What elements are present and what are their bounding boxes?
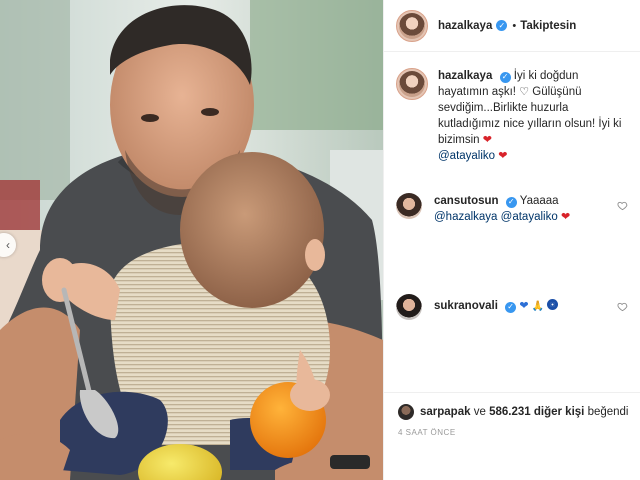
verified-badge-icon: ✓: [496, 20, 508, 31]
verified-badge-icon: ✓: [505, 196, 517, 208]
commenter-avatar[interactable]: [396, 294, 422, 320]
red-heart-icon: ❤: [498, 150, 508, 162]
chevron-left-icon: ‹: [6, 238, 10, 252]
post-timestamp[interactable]: 4 SAAT ÖNCE: [398, 428, 629, 437]
white-heart-icon: ♡: [519, 86, 530, 98]
verified-badge-icon: ✓: [499, 71, 511, 83]
post-caption: hazalkaya ✓ İyi ki doğdun hayatımın aşkı…: [384, 52, 640, 164]
likes-joiner: ve: [473, 406, 486, 418]
author-username[interactable]: hazalkaya: [438, 20, 492, 32]
comment-body: Yaaaaa: [519, 195, 559, 207]
header-separator: •: [512, 19, 517, 32]
nazar-eye-icon: [547, 299, 559, 310]
comment-username[interactable]: sukranovali: [434, 300, 498, 312]
comment-mention[interactable]: @hazalkaya: [434, 211, 497, 223]
blue-heart-icon: ❤: [519, 300, 529, 312]
caption-author-avatar[interactable]: [396, 68, 428, 100]
red-heart-icon: ❤: [560, 211, 571, 223]
comment-item: sukranovali ✓ ❤ 🙏: [396, 294, 634, 320]
author-avatar[interactable]: [396, 9, 428, 42]
comment-item: cansutosun ✓ Yaaaaa @hazalkaya @atayalik…: [396, 193, 634, 225]
post-header: hazalkaya ✓ • Takiptesin: [384, 0, 640, 52]
first-liker[interactable]: sarpapak: [420, 406, 471, 418]
red-heart-icon: ❤: [482, 134, 492, 146]
photo-image: [0, 0, 383, 480]
likes-verb: beğendi: [587, 406, 629, 418]
verified-badge-icon: ✓: [505, 301, 517, 313]
heart-outline-icon[interactable]: [617, 200, 628, 211]
caption-username[interactable]: hazalkaya: [438, 70, 492, 82]
avatar-image: [399, 12, 425, 39]
comment-username[interactable]: cansutosun: [434, 195, 499, 207]
avatar-image: [399, 71, 425, 97]
heart-outline-icon[interactable]: [617, 301, 628, 312]
caption-text: hazalkaya ✓ İyi ki doğdun hayatımın aşkı…: [438, 68, 628, 164]
comment-text: cansutosun ✓ Yaaaaa @hazalkaya @atayalik…: [434, 193, 604, 225]
comment-text: sukranovali ✓ ❤ 🙏: [434, 294, 604, 320]
likes-suffix[interactable]: diğer kişi: [534, 406, 585, 418]
commenter-avatar[interactable]: [396, 193, 422, 219]
folded-hands-icon: 🙏: [531, 301, 545, 312]
post-sidebar: hazalkaya ✓ • Takiptesin hazalkaya ✓ İyi…: [383, 0, 640, 480]
likes-count[interactable]: 586.231: [489, 406, 531, 418]
post-footer: sarpapak ve 586.231 diğer kişi beğendi 4…: [384, 392, 640, 437]
comment-mention[interactable]: @atayaliko: [501, 211, 558, 223]
likes-text: sarpapak ve 586.231 diğer kişi beğendi: [420, 406, 629, 418]
post-photo[interactable]: ‹: [0, 0, 383, 480]
follow-button[interactable]: Takiptesin: [520, 20, 576, 32]
liker-avatar[interactable]: [398, 404, 414, 420]
caption-mention[interactable]: @atayaliko: [438, 150, 495, 162]
likes-summary[interactable]: sarpapak ve 586.231 diğer kişi beğendi: [398, 404, 629, 420]
